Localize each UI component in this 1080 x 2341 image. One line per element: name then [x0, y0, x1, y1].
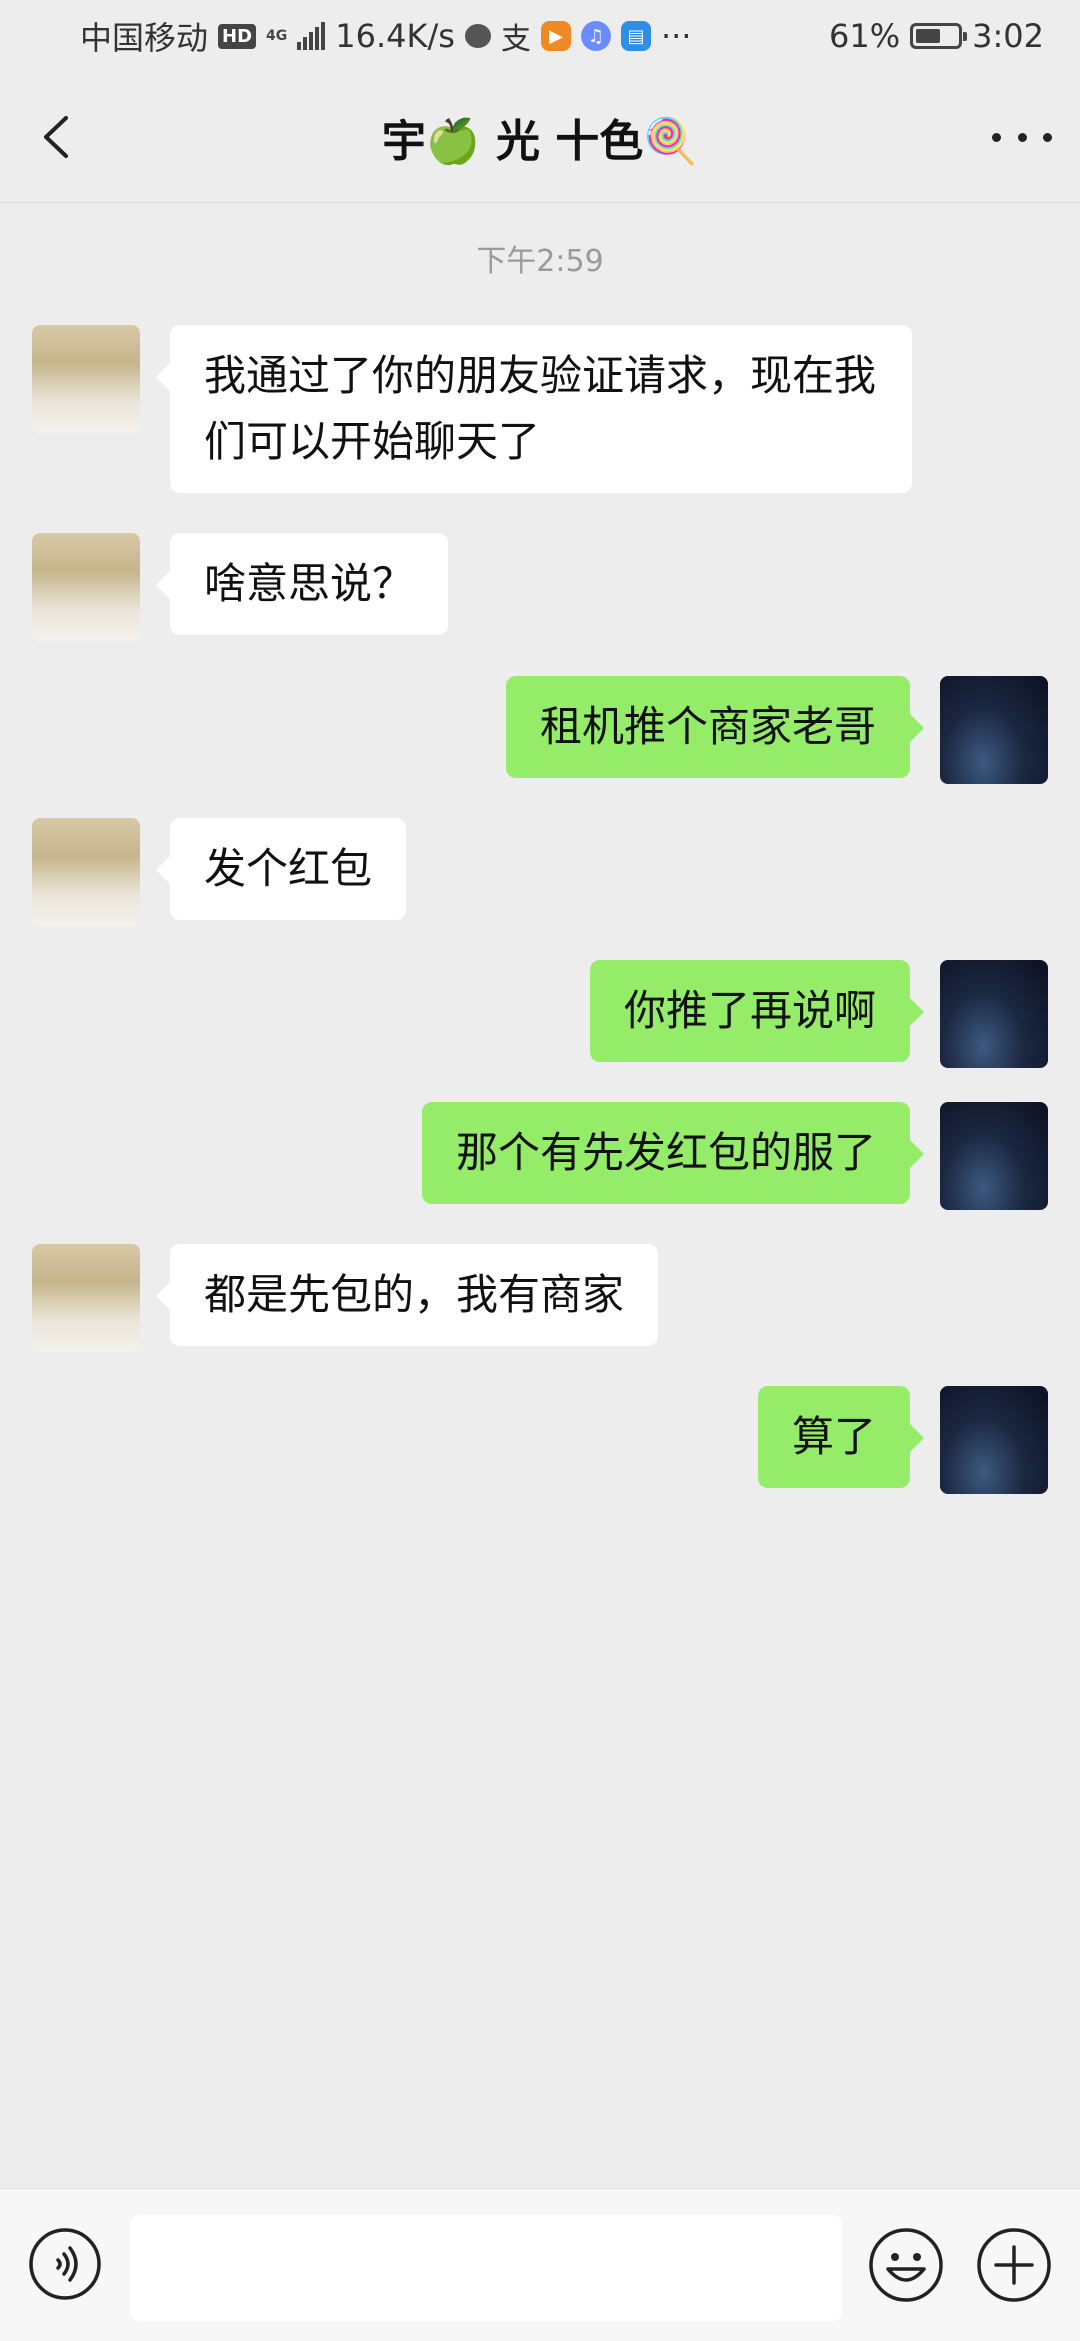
chat-header: 宇🍏 光 十色🍭: [0, 72, 1080, 203]
hd-badge: HD: [218, 23, 257, 49]
status-left: 中国移动 HD 4G 16.4K/s 支 ▶ ♫ ▤ ···: [80, 13, 691, 59]
status-right: 61% 3:02: [829, 17, 1044, 55]
message-text: 我通过了你的朋友验证请求，现在我们可以开始聊天了: [204, 351, 877, 466]
my-avatar[interactable]: [940, 1102, 1048, 1210]
chat-bubble-icon: [464, 24, 491, 48]
wallet-app-icon: ▤: [620, 21, 651, 51]
message-list[interactable]: 下午2:59 我通过了你的朋友验证请求，现在我们可以开始聊天了 啥意思说？ 租机…: [0, 210, 1080, 2180]
video-app-icon: ▶: [540, 21, 571, 51]
message-text: 啥意思说？: [204, 559, 415, 608]
message-input[interactable]: [130, 2215, 842, 2321]
message-bubble[interactable]: 我通过了你的朋友验证请求，现在我们可以开始聊天了: [156, 325, 912, 493]
message-bubble[interactable]: 租机推个商家老哥: [505, 676, 925, 778]
more-notifications: ···: [660, 17, 692, 55]
contact-avatar[interactable]: [32, 1244, 140, 1352]
message-text: 发个红包: [204, 844, 373, 893]
network-label: 4G: [266, 28, 288, 44]
carrier-label: 中国移动: [80, 19, 209, 57]
message-bubble[interactable]: 你推了再说啊: [589, 960, 925, 1062]
add-attachment-icon[interactable]: [976, 2227, 1052, 2303]
message-bubble[interactable]: 发个红包: [155, 818, 407, 920]
input-bar: [0, 2188, 1080, 2341]
message-text: 租机推个商家老哥: [539, 702, 876, 751]
emoji-icon[interactable]: [868, 2227, 944, 2303]
message-bubble[interactable]: 啥意思说？: [155, 533, 449, 635]
my-avatar[interactable]: [940, 676, 1048, 784]
more-options-icon[interactable]: [992, 122, 1052, 152]
chat-title: 宇🍏 光 十色🍭: [381, 116, 699, 167]
contact-avatar[interactable]: [32, 533, 140, 641]
contact-avatar[interactable]: [32, 818, 140, 926]
back-arrow-icon[interactable]: [34, 112, 84, 162]
clock: 3:02: [972, 17, 1044, 55]
message-bubble[interactable]: 算了: [757, 1386, 925, 1488]
message-timestamp: 下午2:59: [476, 244, 604, 279]
message-bubble[interactable]: 都是先包的，我有商家: [155, 1244, 659, 1346]
message-text: 那个有先发红包的服了: [455, 1128, 876, 1177]
message-bubble[interactable]: 那个有先发红包的服了: [421, 1102, 925, 1204]
status-bar: 中国移动 HD 4G 16.4K/s 支 ▶ ♫ ▤ ··· 61% 3:02: [0, 0, 1080, 72]
voice-input-icon[interactable]: [28, 2227, 102, 2301]
battery-icon: [910, 23, 968, 49]
my-avatar[interactable]: [940, 1386, 1048, 1494]
network-speed: 16.4K/s: [335, 17, 455, 55]
message-text: 都是先包的，我有商家: [204, 1270, 625, 1319]
battery-percent: 61%: [829, 17, 901, 55]
contact-avatar[interactable]: [32, 325, 140, 433]
message-text: 你推了再说啊: [623, 986, 876, 1035]
music-app-icon: ♫: [580, 21, 611, 51]
signal-icon: [297, 22, 326, 50]
my-avatar[interactable]: [940, 960, 1048, 1068]
alipay-icon: 支: [500, 22, 531, 57]
message-text: 算了: [791, 1412, 876, 1461]
